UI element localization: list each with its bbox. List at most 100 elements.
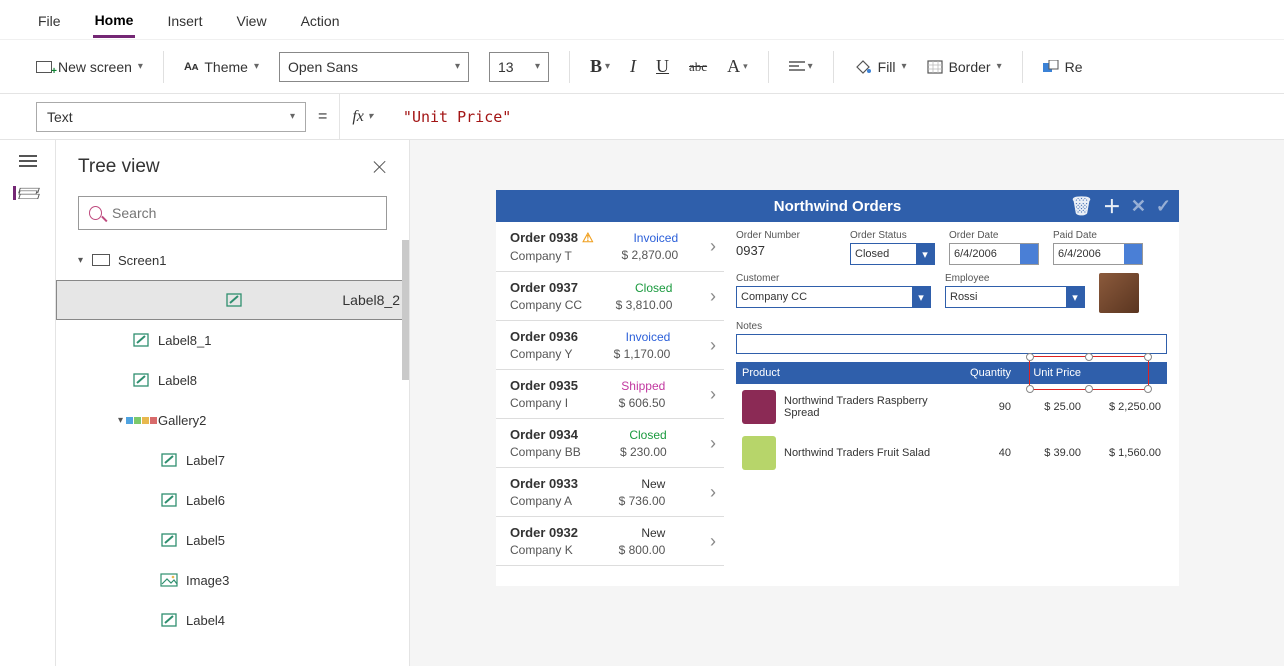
notes-input[interactable] (736, 334, 1167, 354)
menu-insert[interactable]: Insert (165, 3, 204, 36)
grid-row[interactable]: Northwind Traders Fruit Salad40$ 39.00$ … (736, 430, 1167, 476)
search-input[interactable] (112, 205, 376, 221)
tree-search[interactable] (78, 196, 387, 230)
fill-button[interactable]: Fill ▾ (854, 59, 907, 75)
order-row[interactable]: Order 0936Company YInvoiced$ 1,170.00› (496, 321, 724, 370)
layers-icon (19, 186, 37, 200)
grid-rows: Northwind Traders Raspberry Spread90$ 25… (736, 384, 1167, 476)
order-date-input[interactable]: 6/4/2006 (949, 243, 1039, 265)
close-icon[interactable] (373, 160, 387, 174)
chevron-right-icon: › (710, 286, 716, 307)
trash-icon[interactable]: 🗑 (1070, 196, 1093, 217)
canvas[interactable]: Northwind Orders 🗑 ＋ ✕ ✓ Order 0938⚠Comp… (410, 140, 1284, 666)
order-detail: Order Number 0937 Order Status Closed▾ O… (724, 222, 1179, 586)
underline-button[interactable]: U (656, 56, 669, 77)
paint-icon (854, 59, 872, 75)
chevron-down-icon: ▾ (535, 61, 540, 72)
tree-item-Label5[interactable]: Label5 (56, 520, 409, 560)
tree-item-Label8_1[interactable]: Label8_1 (56, 320, 409, 360)
reorder-icon (1043, 60, 1059, 74)
tree-item-Label4[interactable]: Label4 (56, 600, 409, 640)
label-paid-date: Paid Date (1053, 230, 1143, 241)
divider (833, 51, 834, 83)
order-row[interactable]: Order 0935Company IShipped$ 606.50› (496, 370, 724, 419)
left-rail (0, 140, 56, 666)
menu-home[interactable]: Home (93, 2, 136, 38)
chevron-right-icon: › (710, 433, 716, 454)
customer-select[interactable]: Company CC▾ (736, 286, 931, 308)
chevron-right-icon: › (710, 236, 716, 257)
tree-item-Label8[interactable]: Label8 (56, 360, 409, 400)
chevron-down-icon: ▾ (254, 61, 259, 72)
paid-date-input[interactable]: 6/4/2006 (1053, 243, 1143, 265)
strike-button[interactable]: abc (689, 59, 707, 75)
reorder-button[interactable]: Re (1043, 59, 1083, 75)
grid-row[interactable]: Northwind Traders Raspberry Spread90$ 25… (736, 384, 1167, 430)
tree-item-Screen1[interactable]: ▾Screen1 (56, 240, 409, 280)
tree-pane: Tree view ▾Screen1Label8_2Label8_1Label8… (56, 140, 410, 666)
new-screen-button[interactable]: New screen ▾ (36, 59, 143, 75)
align-button[interactable]: ▾ (789, 61, 813, 73)
employee-select[interactable]: Rossi▾ (945, 286, 1085, 308)
order-status-select[interactable]: Closed▾ (850, 243, 935, 265)
chevron-down-icon: ▾ (138, 61, 143, 72)
app-title-bar: Northwind Orders 🗑 ＋ ✕ ✓ (496, 190, 1179, 222)
align-icon (789, 61, 805, 73)
tree-scrollbar[interactable] (402, 240, 409, 380)
employee-avatar (1099, 273, 1139, 313)
property-value: Text (47, 109, 73, 125)
menu-view[interactable]: View (234, 3, 268, 36)
fx-label: fx (352, 108, 364, 126)
order-list[interactable]: Order 0938⚠Company TInvoiced$ 2,870.00›O… (496, 222, 724, 586)
check-icon[interactable]: ✓ (1156, 196, 1171, 217)
hamburger-icon[interactable] (19, 152, 37, 170)
tree-item-Label6[interactable]: Label6 (56, 480, 409, 520)
calendar-icon (1020, 244, 1038, 264)
italic-button[interactable]: I (630, 56, 636, 77)
order-row[interactable]: Order 0938⚠Company TInvoiced$ 2,870.00› (496, 222, 724, 272)
tree-item-Label7[interactable]: Label7 (56, 440, 409, 480)
menu-action[interactable]: Action (299, 3, 342, 36)
chevron-down-icon: ▾ (902, 61, 907, 72)
font-select[interactable]: Open Sans ▾ (279, 52, 469, 82)
new-screen-icon (36, 61, 52, 73)
col-unit: Unit Price (1011, 367, 1081, 379)
col-product: Product (742, 367, 951, 379)
app-title: Northwind Orders (774, 198, 902, 215)
theme-button[interactable]: Aᴀ Theme ▾ (184, 59, 259, 75)
chevron-down-icon: ▾ (455, 61, 460, 72)
chevron-down-icon: ▾ (1066, 287, 1084, 307)
font-value: Open Sans (288, 59, 358, 75)
ribbon: New screen ▾ Aᴀ Theme ▾ Open Sans ▾ 13 ▾… (0, 40, 1284, 94)
bold-button[interactable]: B▾ (590, 56, 610, 77)
app-preview: Northwind Orders 🗑 ＋ ✕ ✓ Order 0938⚠Comp… (496, 190, 1179, 586)
tree-item-Label8_2[interactable]: Label8_2 (56, 280, 409, 320)
chevron-down-icon: ▾ (368, 111, 373, 122)
col-qty: Quantity (951, 367, 1011, 379)
theme-icon: Aᴀ (184, 61, 198, 73)
fontcolor-button[interactable]: A▾ (727, 56, 748, 77)
tree-item-Gallery2[interactable]: ▾Gallery2 (56, 400, 409, 440)
order-row[interactable]: Order 0934Company BBClosed$ 230.00› (496, 419, 724, 468)
fx-button[interactable]: fx ▾ (339, 94, 385, 140)
menu-file[interactable]: File (36, 3, 63, 36)
fontsize-value: 13 (498, 59, 514, 75)
tree-item-Image3[interactable]: Image3 (56, 560, 409, 600)
label-order-status: Order Status (850, 230, 935, 241)
order-row[interactable]: Order 0933Company ANew$ 736.00› (496, 468, 724, 517)
border-button[interactable]: Border ▾ (927, 59, 1002, 75)
main-menu: File Home Insert View Action (0, 0, 1284, 40)
fill-label: Fill (878, 59, 896, 75)
order-row[interactable]: Order 0932Company KNew$ 800.00› (496, 517, 724, 566)
treeview-rail-button[interactable] (13, 186, 37, 200)
chevron-down-icon: ▾ (290, 111, 295, 122)
cancel-icon[interactable]: ✕ (1131, 196, 1146, 217)
order-row[interactable]: Order 0937Company CCClosed$ 3,810.00› (496, 272, 724, 321)
chevron-right-icon: › (710, 531, 716, 552)
formula-input[interactable]: "Unit Price" (385, 108, 511, 126)
border-label: Border (949, 59, 991, 75)
property-select[interactable]: Text ▾ (36, 102, 306, 132)
new-screen-label: New screen (58, 59, 132, 75)
plus-icon[interactable]: ＋ (1103, 193, 1121, 219)
fontsize-select[interactable]: 13 ▾ (489, 52, 549, 82)
